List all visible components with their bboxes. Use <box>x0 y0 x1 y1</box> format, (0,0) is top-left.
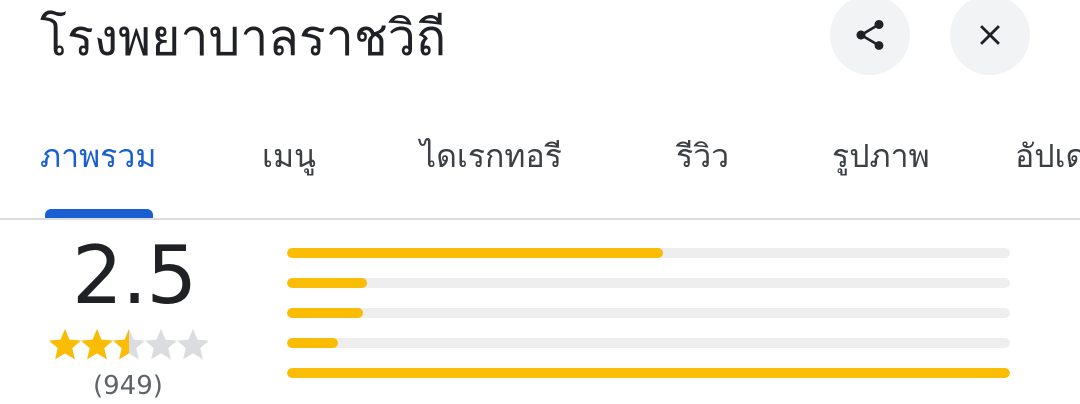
rating-bar-4-star <box>287 278 1010 288</box>
place-title: โรงพยาบาลราชวิถี <box>40 9 447 67</box>
active-tab-indicator <box>45 209 153 218</box>
rating-bar-fill <box>287 248 663 258</box>
rating-bar-fill <box>287 308 363 318</box>
share-icon <box>856 20 884 50</box>
rating-bar-fill <box>287 338 338 348</box>
rating-score: 2.5 <box>72 229 197 322</box>
rating-bar-5-star <box>287 248 1010 258</box>
tab-directory[interactable]: ไดเรกทอรี <box>420 132 562 180</box>
review-count: (949) <box>93 371 163 401</box>
tab-menu[interactable]: เมนู <box>262 132 316 180</box>
close-icon <box>980 25 1000 45</box>
tab-overview[interactable]: ภาพรวม <box>40 132 156 180</box>
close-button[interactable] <box>950 0 1030 75</box>
star-filled-icon <box>49 329 81 360</box>
star-half-icon <box>113 329 145 360</box>
rating-bar-fill <box>287 368 1010 378</box>
rating-bar-1-star <box>287 368 1010 378</box>
rating-bar-fill <box>287 278 367 288</box>
star-filled-icon <box>81 329 113 360</box>
tab-bar: ภาพรวม เมนู ไดเรกทอรี รีวิว รูปภาพ อัปเด <box>0 120 1080 220</box>
rating-bar-2-star <box>287 338 1010 348</box>
place-sheet: โรงพยาบาลราชวิถี ภาพรวม เมนู ไดเรกทอรี ร… <box>0 0 1080 404</box>
star-empty-icon <box>177 329 209 360</box>
rating-bar-3-star <box>287 308 1010 318</box>
star-empty-icon <box>145 329 177 360</box>
tab-updates[interactable]: อัปเด <box>1015 132 1080 180</box>
tab-photos[interactable]: รูปภาพ <box>832 132 930 180</box>
rating-distribution <box>287 248 1010 398</box>
tab-reviews[interactable]: รีวิว <box>676 132 729 180</box>
star-rating <box>49 327 209 363</box>
share-button[interactable] <box>830 0 910 75</box>
